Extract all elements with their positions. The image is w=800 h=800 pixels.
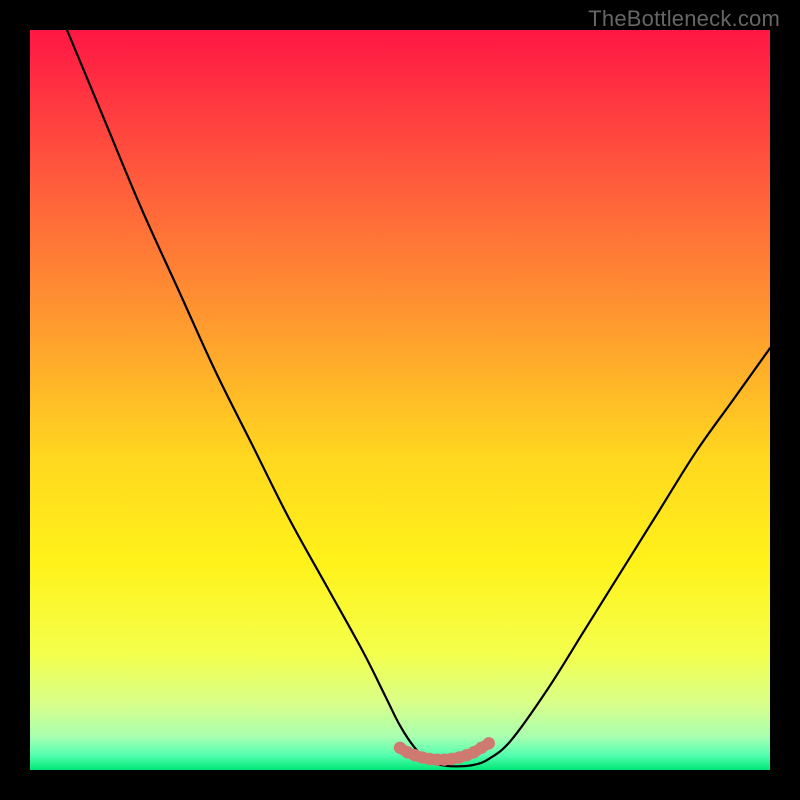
chart-frame: TheBottleneck.com — [0, 0, 800, 800]
plot-area — [30, 30, 770, 770]
flat-bottom-dot — [483, 737, 495, 749]
curve-layer — [30, 30, 770, 770]
bottleneck-curve — [67, 30, 770, 766]
watermark-text: TheBottleneck.com — [588, 6, 780, 32]
